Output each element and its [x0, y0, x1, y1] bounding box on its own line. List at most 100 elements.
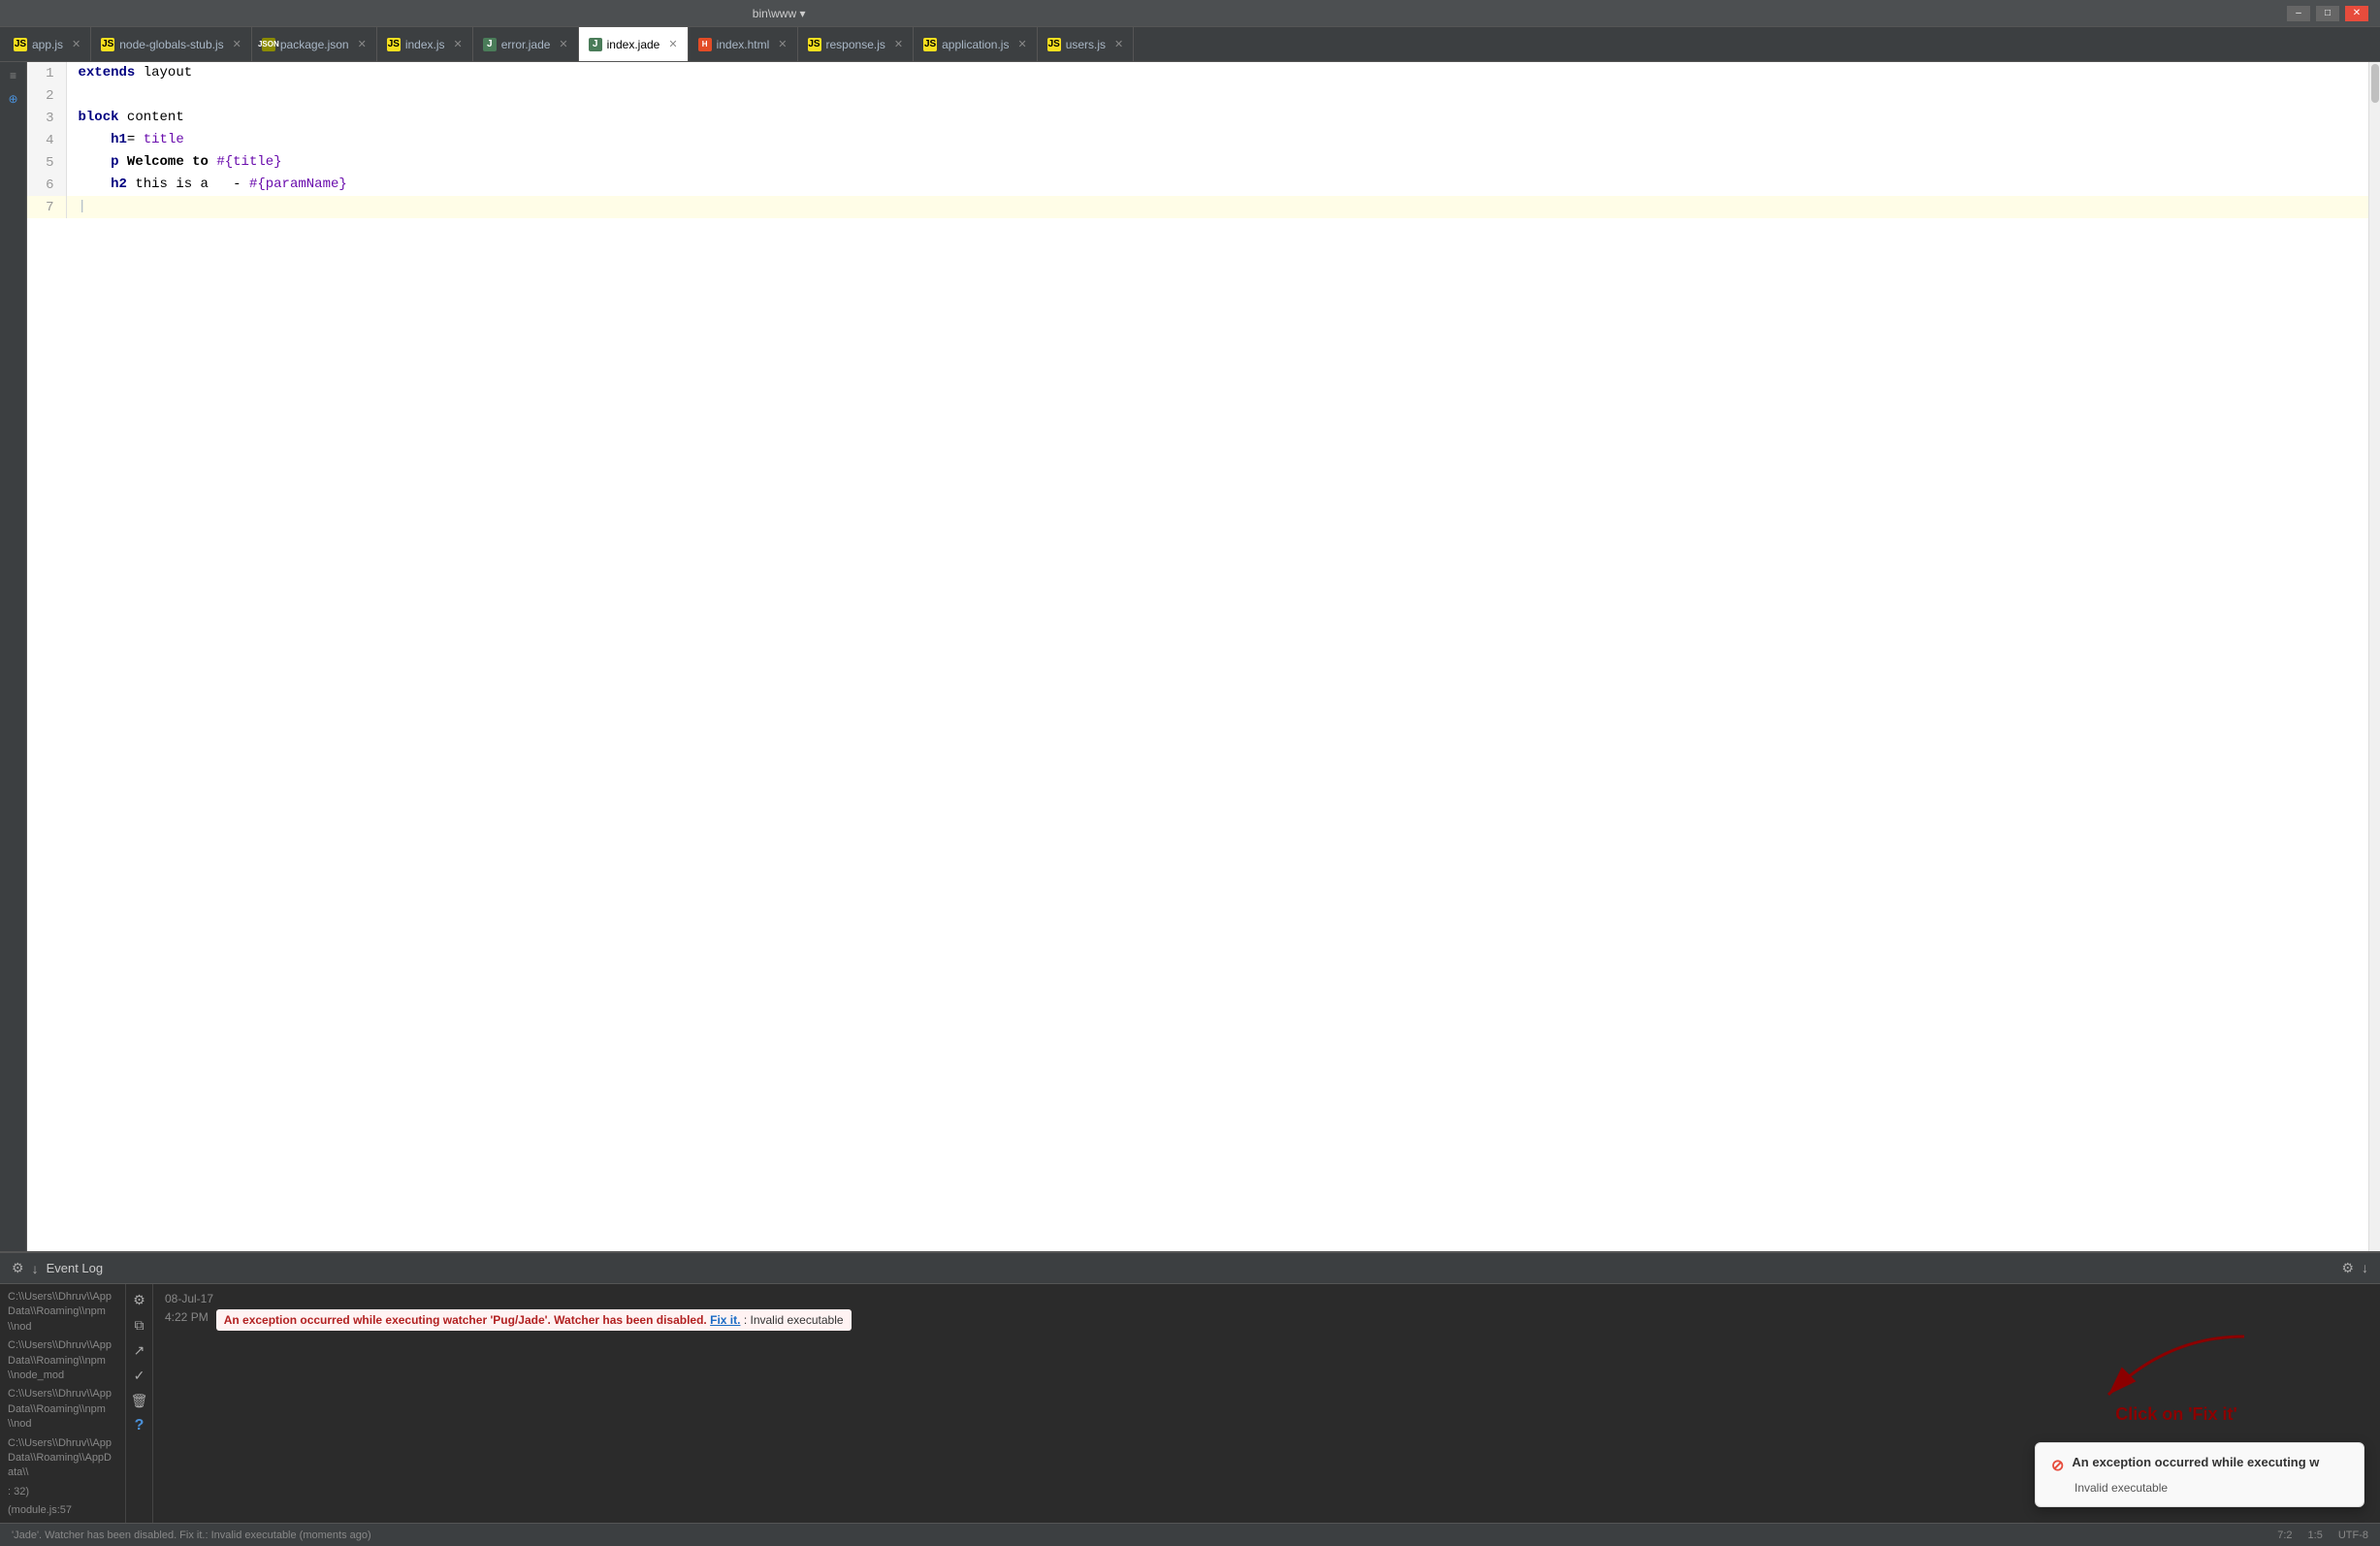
line-number-1: 1	[27, 62, 66, 84]
line-content-3[interactable]: block content	[66, 107, 2368, 129]
line-content-7[interactable]: |	[66, 196, 2368, 218]
code-line-2: 2	[27, 84, 2368, 107]
panel-log: 08-Jul-17 4:22 PM An exception occurred …	[153, 1284, 2380, 1338]
panel-sidebar-item-6: (module.js:57	[0, 1501, 125, 1520]
minimize-btn[interactable]: –	[2287, 6, 2310, 21]
panel-action-help[interactable]: ?	[130, 1416, 149, 1435]
panel-action-settings[interactable]: ⚙	[130, 1290, 149, 1309]
panel-download-icon[interactable]: ↓	[32, 1261, 39, 1276]
tab-bar: JS app.js ✕ JS node-globals-stub.js ✕ JS…	[0, 27, 2380, 62]
code-table: 1 extends layout 2 3 block content	[27, 62, 2368, 218]
annotation-text: Click on 'Fix it'	[2115, 1404, 2237, 1425]
log-date: 08-Jul-17	[165, 1292, 2368, 1305]
tab-close-error-jade[interactable]: ✕	[559, 38, 567, 50]
line-number-4: 4	[27, 129, 66, 151]
main-area: ≡ ⊕ 1 extends layout 2	[0, 62, 2380, 1251]
tab-close-index-jade[interactable]: ✕	[668, 38, 677, 50]
line-content-6[interactable]: h2 this is a - #{paramName}	[66, 174, 2368, 196]
maximize-btn[interactable]: □	[2316, 6, 2339, 21]
annotation-arrow	[2089, 1327, 2264, 1404]
line-content-5[interactable]: p Welcome to #{title}	[66, 151, 2368, 174]
tab-label-error-jade: error.jade	[501, 38, 551, 51]
window-controls: – □ ✕	[2287, 6, 2368, 21]
log-suffix: : Invalid executable	[744, 1313, 844, 1327]
log-link[interactable]: Fix it.	[710, 1313, 740, 1327]
panel-action-check[interactable]: ✓	[130, 1366, 149, 1385]
tab-label-index-jade: index.jade	[607, 38, 660, 51]
line-content-4[interactable]: h1= title	[66, 129, 2368, 151]
tab-label-response-js: response.js	[826, 38, 885, 51]
tab-response-js[interactable]: JS response.js ✕	[798, 27, 915, 62]
tab-label-package-json: package.json	[280, 38, 349, 51]
tab-label-node-globals: node-globals-stub.js	[119, 38, 223, 51]
panel-sidebar-item-5: : 32)	[0, 1483, 125, 1501]
panel-title: Event Log	[47, 1261, 104, 1275]
tab-application-js[interactable]: JS application.js ✕	[914, 27, 1038, 62]
tab-icon-js2: JS	[101, 38, 114, 51]
tab-close-node-globals[interactable]: ✕	[233, 38, 241, 50]
panel-log-area: 08-Jul-17 4:22 PM An exception occurred …	[153, 1284, 2380, 1523]
tab-index-jade[interactable]: J index.jade ✕	[579, 27, 689, 62]
bottom-panel: ⚙ ↓ Event Log ⚙ ↓ C:\\Users\\Dhruv\\AppD…	[0, 1251, 2380, 1523]
tab-package-json[interactable]: JSON package.json ✕	[252, 27, 377, 62]
bottom-panel-content: C:\\Users\\Dhruv\\AppData\\Roaming\\npm\…	[0, 1284, 2380, 1523]
editor-container: 1 extends layout 2 3 block content	[27, 62, 2368, 1251]
panel-actions: ⚙ ⧉ ↗ ✓ 🗑 ?	[126, 1284, 153, 1523]
gutter-icon-2[interactable]: ⊕	[4, 89, 23, 109]
line-number-7: 7	[27, 196, 66, 218]
code-line-3: 3 block content	[27, 107, 2368, 129]
tab-icon-jade2: J	[589, 38, 602, 51]
code-line-6: 6 h2 this is a - #{paramName}	[27, 174, 2368, 196]
code-area[interactable]: 1 extends layout 2 3 block content	[27, 62, 2368, 1251]
panel-gear-right[interactable]: ⚙	[2341, 1260, 2354, 1276]
status-bar: 'Jade'. Watcher has been disabled. Fix i…	[0, 1523, 2380, 1546]
code-line-1: 1 extends layout	[27, 62, 2368, 84]
tab-label-index-js: index.js	[405, 38, 445, 51]
tab-index-js[interactable]: JS index.js ✕	[377, 27, 473, 62]
tab-close-index-html[interactable]: ✕	[778, 38, 787, 50]
line-number-3: 3	[27, 107, 66, 129]
tab-icon-html: H	[698, 38, 712, 51]
tab-label-application-js: application.js	[942, 38, 1009, 51]
tab-close-app-js[interactable]: ✕	[72, 38, 80, 50]
line-content-1[interactable]: extends layout	[66, 62, 2368, 84]
panel-download-right[interactable]: ↓	[2362, 1260, 2368, 1276]
tab-users-js[interactable]: JS users.js ✕	[1038, 27, 1135, 62]
editor-scrollbar[interactable]	[2368, 62, 2380, 1251]
title-bar-path: bin\www ▾	[753, 7, 806, 20]
tab-close-index-js[interactable]: ✕	[454, 38, 463, 50]
tab-icon-js5: JS	[923, 38, 937, 51]
tab-close-application-js[interactable]: ✕	[1017, 38, 1026, 50]
status-line-col: 7:2	[2277, 1530, 2292, 1541]
click-annotation: Click on 'Fix it'	[2089, 1323, 2264, 1425]
line-number-2: 2	[27, 84, 66, 107]
notification-error-icon: ⊘	[2051, 1456, 2064, 1475]
tab-icon-js3: JS	[387, 38, 401, 51]
status-indent: 1:5	[2308, 1530, 2323, 1541]
tab-icon-js6: JS	[1047, 38, 1061, 51]
tab-error-jade[interactable]: J error.jade ✕	[473, 27, 579, 62]
notification-popup: ⊘ An exception occurred while executing …	[2035, 1442, 2364, 1507]
close-btn[interactable]: ✕	[2345, 6, 2368, 21]
tab-label-users-js: users.js	[1066, 38, 1106, 51]
tab-app-js[interactable]: JS app.js ✕	[4, 27, 91, 62]
notification-subtitle: Invalid executable	[2074, 1481, 2348, 1495]
tab-index-html[interactable]: H index.html ✕	[689, 27, 798, 62]
tab-close-users-js[interactable]: ✕	[1114, 38, 1123, 50]
log-message: An exception occurred while executing wa…	[216, 1309, 852, 1331]
panel-action-jump[interactable]: ↗	[130, 1340, 149, 1360]
tab-node-globals-stub-js[interactable]: JS node-globals-stub.js ✕	[91, 27, 252, 62]
code-line-7: 7 |	[27, 196, 2368, 218]
panel-action-scroll[interactable]: ⧉	[130, 1315, 149, 1335]
tab-close-package-json[interactable]: ✕	[358, 38, 367, 50]
title-bar: bin\www ▾ – □ ✕	[0, 0, 2380, 27]
line-content-2[interactable]	[66, 84, 2368, 107]
panel-gear-icon[interactable]: ⚙	[12, 1260, 24, 1276]
tab-label-app-js: app.js	[32, 38, 63, 51]
line-number-6: 6	[27, 174, 66, 196]
panel-action-delete[interactable]: 🗑	[130, 1391, 149, 1410]
status-right: 7:2 1:5 UTF-8	[2277, 1530, 2368, 1541]
gutter-icon-1[interactable]: ≡	[4, 66, 23, 85]
code-line-4: 4 h1= title	[27, 129, 2368, 151]
tab-close-response-js[interactable]: ✕	[894, 38, 903, 50]
